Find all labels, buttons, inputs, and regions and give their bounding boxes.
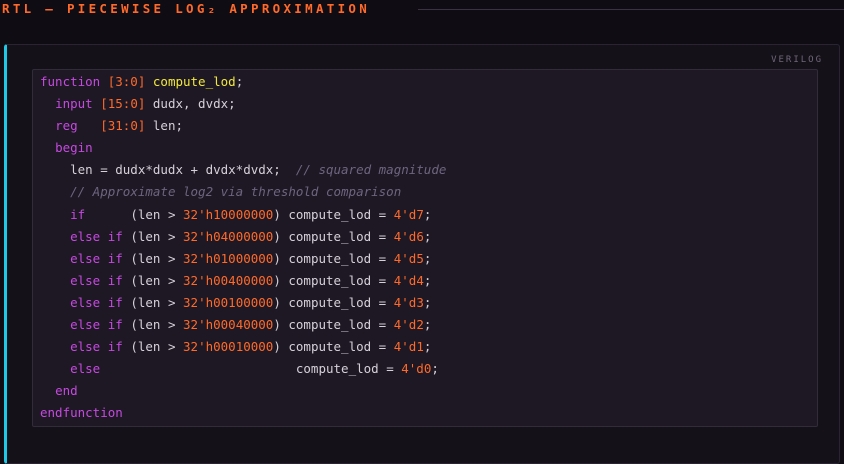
number-token: 4'd4 xyxy=(393,272,424,288)
code-line: else if (len > 32'h00400000) compute_lod… xyxy=(40,270,446,292)
code-line: reg [31:0] len; xyxy=(40,115,446,137)
number-token: 4'd0 xyxy=(401,361,432,377)
code-line: else compute_lod = 4'd0; xyxy=(40,358,446,380)
code-text-token: (len > xyxy=(122,317,184,333)
code-text-token: ) compute_lod = xyxy=(273,206,394,222)
number-token: 32'h10000000 xyxy=(183,206,274,222)
code-text-token: ; xyxy=(423,317,432,333)
number-token: 32'h00100000 xyxy=(183,294,274,310)
code-text-token: ; xyxy=(423,228,432,244)
number-token: 4'd7 xyxy=(393,206,424,222)
keyword-token: else if xyxy=(70,339,123,355)
keyword-token: begin xyxy=(55,140,93,156)
header-divider xyxy=(418,9,844,10)
code-text-token: ) compute_lod = xyxy=(273,272,394,288)
keyword-token: else xyxy=(70,361,101,377)
code-text-token: ; xyxy=(423,272,432,288)
function-name-token: compute_lod xyxy=(152,74,236,89)
keyword-token: else if xyxy=(70,317,123,333)
code-line: len = dudx*dudx + dvdx*dvdx; // squared … xyxy=(40,159,446,181)
number-token: 32'h04000000 xyxy=(183,228,274,244)
code-text-token: (len > xyxy=(122,339,184,355)
comment-token: // Approximate log2 via threshold compar… xyxy=(70,184,402,200)
code-line: function [3:0] compute_lod; xyxy=(40,71,446,93)
comment-token: // squared magnitude xyxy=(295,162,447,178)
code-body: function [3:0] compute_lod; input [15:0]… xyxy=(40,71,446,425)
code-line: endfunction xyxy=(40,402,446,424)
code-block[interactable]: function [3:0] compute_lod; input [15:0]… xyxy=(32,69,818,427)
code-panel: VERILOG function [3:0] compute_lod; inpu… xyxy=(4,44,840,464)
keyword-token: reg xyxy=(55,118,101,134)
code-text-token: dudx, dvdx; xyxy=(145,96,236,112)
code-text-token: ; xyxy=(423,339,432,355)
section-header: RTL — PIECEWISE LOG₂ APPROXIMATION xyxy=(0,0,844,18)
code-line: else if (len > 32'h01000000) compute_lod… xyxy=(40,248,446,270)
keyword-token: else if xyxy=(70,228,123,244)
code-line: if (len > 32'h10000000) compute_lod = 4'… xyxy=(40,204,446,226)
code-text-token: (len > xyxy=(85,206,184,222)
code-text-token: ; xyxy=(235,74,244,89)
keyword-token: input xyxy=(55,96,101,112)
code-line: end xyxy=(40,380,446,402)
number-token: 4'd5 xyxy=(393,250,424,266)
code-text-token: ; xyxy=(423,250,432,266)
code-text-token: ; xyxy=(423,206,432,222)
code-line: // Approximate log2 via threshold compar… xyxy=(40,181,446,203)
keyword-token: else if xyxy=(70,272,123,288)
language-label: VERILOG xyxy=(771,55,823,65)
code-text-token: ) compute_lod = xyxy=(273,317,394,333)
keyword-token: endfunction xyxy=(40,405,123,421)
number-token: 4'd6 xyxy=(393,228,424,244)
section-title: RTL — PIECEWISE LOG₂ APPROXIMATION xyxy=(2,1,371,16)
code-text-token: ; xyxy=(431,361,439,377)
code-line: else if (len > 32'h00100000) compute_lod… xyxy=(40,292,446,314)
code-line: input [15:0] dudx, dvdx; xyxy=(40,93,446,115)
code-text-token: compute_lod = xyxy=(100,361,402,377)
number-token: 4'd2 xyxy=(393,317,424,333)
code-text-token: len = dudx*dudx + dvdx*dvdx; xyxy=(40,162,296,178)
number-token: [15:0] xyxy=(100,96,146,112)
number-token: 32'h01000000 xyxy=(183,250,274,266)
code-text-token: ) compute_lod = xyxy=(273,228,394,244)
code-text-token: ) compute_lod = xyxy=(273,339,394,355)
code-text-token: (len > xyxy=(122,250,184,266)
code-text-token: ; xyxy=(423,294,432,310)
code-text-token: len; xyxy=(145,118,184,134)
number-token: 32'h00040000 xyxy=(183,317,274,333)
keyword-token: else if xyxy=(70,294,123,310)
code-text-token: ) compute_lod = xyxy=(273,294,394,310)
keyword-token: else if xyxy=(70,250,123,266)
code-text-token: (len > xyxy=(122,228,184,244)
code-line: else if (len > 32'h00040000) compute_lod… xyxy=(40,314,446,336)
number-token: [3:0] xyxy=(107,74,146,89)
code-text-token: (len > xyxy=(122,272,184,288)
code-text-token: (len > xyxy=(122,294,184,310)
number-token: [31:0] xyxy=(100,118,146,134)
code-line: else if (len > 32'h00010000) compute_lod… xyxy=(40,336,446,358)
number-token: 4'd3 xyxy=(393,294,424,310)
keyword-token: function xyxy=(40,74,108,89)
code-line: begin xyxy=(40,137,446,159)
number-token: 32'h00400000 xyxy=(183,272,274,288)
code-text-token: ) compute_lod = xyxy=(273,250,394,266)
number-token: 4'd1 xyxy=(393,339,424,355)
keyword-token: if xyxy=(70,206,86,222)
keyword-token: end xyxy=(55,383,78,399)
code-line: else if (len > 32'h04000000) compute_lod… xyxy=(40,226,446,248)
number-token: 32'h00010000 xyxy=(183,339,274,355)
